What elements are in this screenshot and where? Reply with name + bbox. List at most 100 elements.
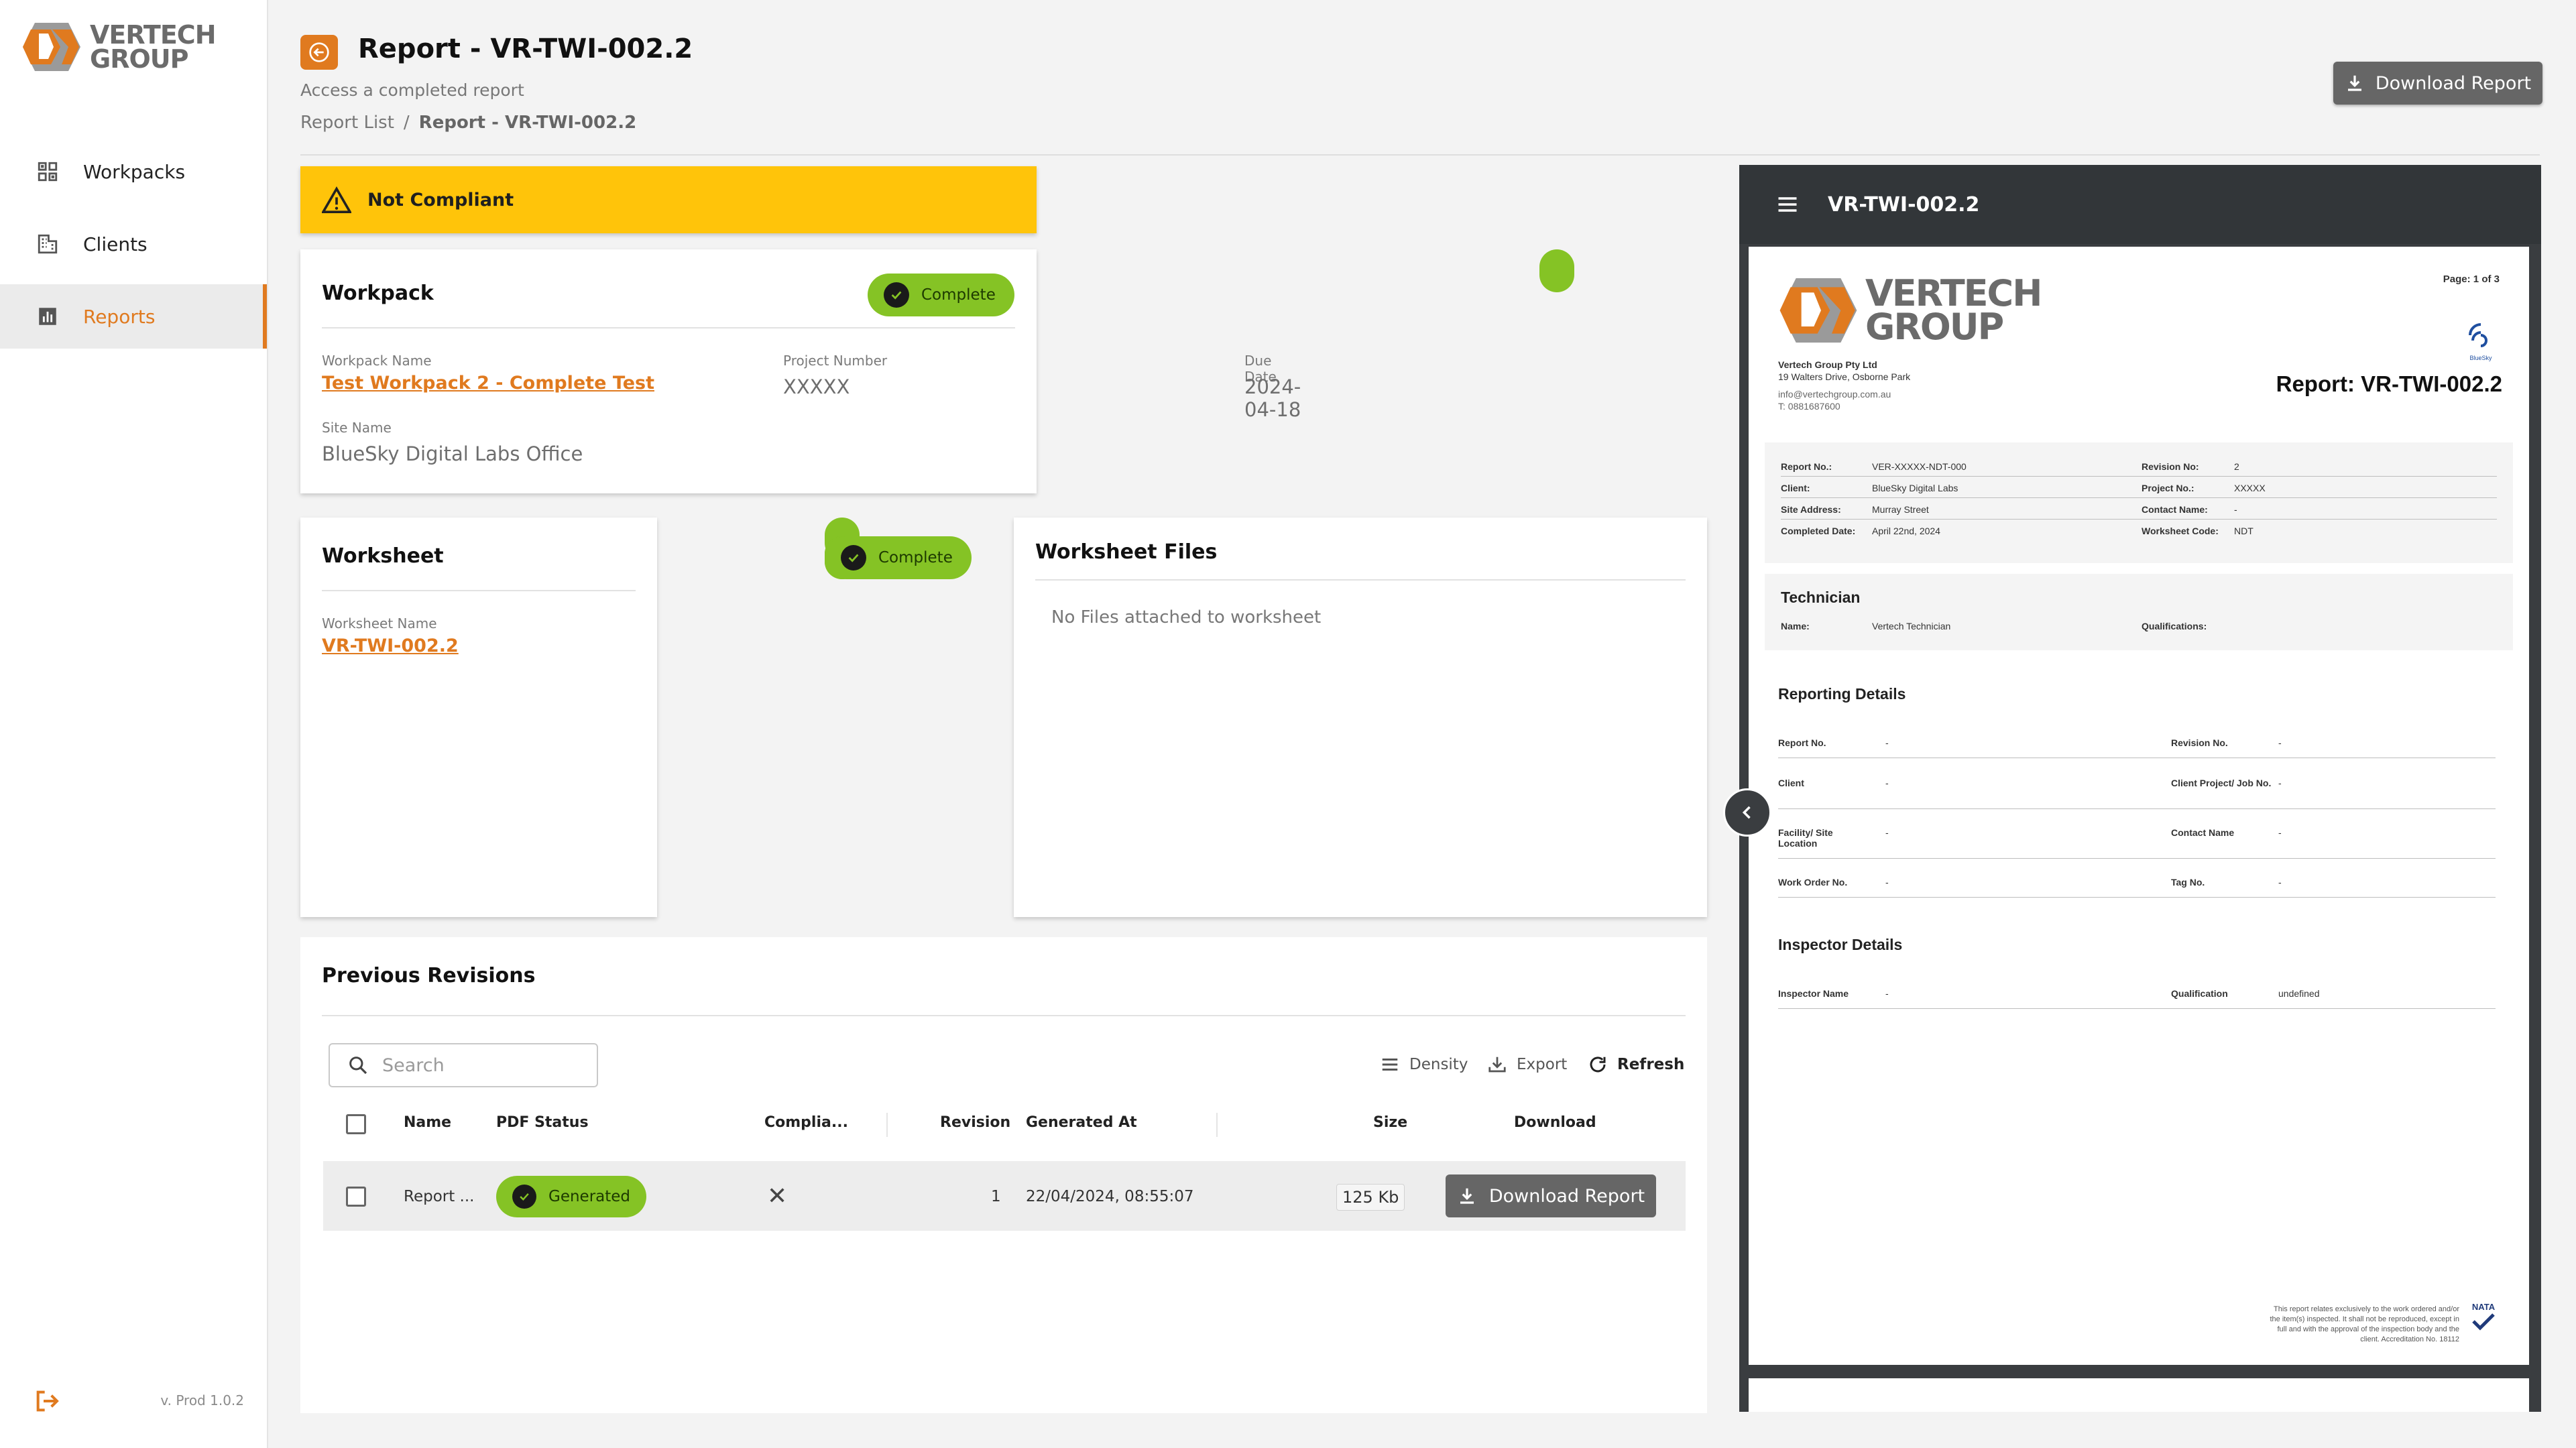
pdf-rd-contact-value: -: [2278, 827, 2282, 838]
app-version: v. Prod 1.0.2: [160, 1392, 244, 1408]
pdf-rd-client-label: Client: [1778, 778, 1804, 788]
vertech-logo[interactable]: VERTECH GROUP: [21, 20, 216, 74]
card-divider: [1035, 579, 1686, 581]
download-report-button[interactable]: Download Report: [2333, 62, 2542, 105]
search-placeholder: Search: [382, 1054, 445, 1076]
pdf-company-address: 19 Walters Drive, Osborne Park: [1778, 371, 1911, 382]
pdf-inspector-qual-value: undefined: [2278, 988, 2320, 999]
due-date-value: 2024-04-18: [1244, 375, 1301, 421]
pdf-rd-report-no-value: -: [1885, 737, 1889, 748]
pdf-logo-line-2: GROUP: [1865, 306, 2004, 348]
pdf-footer-line: the item(s) inspected. It shall not be r…: [2270, 1315, 2460, 1323]
pdf-rd-tag-value: -: [2278, 877, 2282, 888]
workpack-name-link[interactable]: Test Workpack 2 - Complete Test: [322, 373, 654, 394]
column-header-compliant[interactable]: Complia...: [764, 1114, 848, 1131]
pdf-technician-block: Technician Name: Vertech Technician Qual…: [1765, 574, 2513, 650]
compliance-status-text: Not Compliant: [367, 189, 514, 210]
pdf-client-logo: BlueSky: [2465, 319, 2497, 361]
pdf-rd-revision-no-value: -: [2278, 737, 2282, 748]
pdf-revision-label: Revision No:: [2142, 461, 2199, 472]
no-files-message: No Files attached to worksheet: [1051, 607, 1322, 627]
select-all-checkbox[interactable]: [346, 1114, 366, 1134]
sidebar: VERTECH GROUP Workpacks Clients Reports …: [0, 0, 268, 1448]
pdf-viewer-title: VR-TWI-002.2: [1828, 192, 1980, 217]
worksheet-status-text: Complete: [878, 549, 953, 566]
check-circle-icon: [884, 282, 909, 308]
export-icon: [1488, 1057, 1506, 1073]
pdf-worksheet-code-value: NDT: [2234, 526, 2253, 536]
logo-line-1: VERTECH: [90, 20, 216, 50]
row-checkbox[interactable]: [346, 1187, 366, 1207]
workpacks-icon: [36, 160, 59, 183]
column-separator[interactable]: [886, 1113, 888, 1137]
pdf-inspector-name-value: -: [1885, 988, 1889, 999]
workpack-card: Workpack Complete Workpack Name Test Wor…: [300, 249, 1574, 493]
pdf-footer-line: full and with the approval of the inspec…: [2277, 1325, 2459, 1333]
pdf-row-rule: [1778, 808, 2496, 809]
worksheet-files-card: Worksheet Files No Files attached to wor…: [1014, 518, 1707, 917]
refresh-icon: [1590, 1057, 1606, 1073]
workpack-status-text: Complete: [921, 286, 996, 304]
compliance-banner: Not Compliant: [300, 166, 1037, 233]
page-subtitle: Access a completed report: [300, 80, 524, 100]
card-divider: [322, 327, 1015, 328]
pdf-rd-tag-label: Tag No.: [2171, 877, 2205, 888]
row-name: Report ...: [404, 1188, 475, 1205]
refresh-label: Refresh: [1617, 1056, 1685, 1073]
logout-button[interactable]: [34, 1388, 60, 1417]
nata-logo-text: NATA: [2471, 1302, 2496, 1312]
density-button[interactable]: Density: [1380, 1050, 1468, 1079]
back-button[interactable]: [300, 35, 338, 70]
column-header-size[interactable]: Size: [1373, 1114, 1407, 1131]
column-header-generated-at[interactable]: Generated At: [1026, 1114, 1137, 1131]
worksheet-files-title: Worksheet Files: [1035, 540, 1218, 564]
not-compliant-icon: ✕: [767, 1183, 788, 1210]
nata-logo: NATA: [2467, 1302, 2500, 1343]
pdf-rd-contact-label: Contact Name: [2171, 827, 2235, 838]
sidebar-item-reports[interactable]: Reports: [0, 284, 267, 349]
collapse-viewer-button[interactable]: [1723, 788, 1771, 837]
refresh-button[interactable]: Refresh: [1588, 1050, 1684, 1079]
logo-line-2: GROUP: [90, 44, 188, 74]
logout-icon: [36, 1390, 59, 1412]
column-header-download[interactable]: Download: [1514, 1114, 1596, 1131]
workpack-status-badge: Complete: [868, 274, 1014, 316]
column-header-pdf-status[interactable]: PDF Status: [496, 1114, 589, 1131]
search-input[interactable]: Search: [329, 1043, 598, 1087]
pdf-site-value: Murray Street: [1872, 504, 1929, 515]
pdf-row-rule: [1778, 858, 2496, 859]
column-header-revision[interactable]: Revision: [940, 1114, 1010, 1131]
sidebar-item-workpacks[interactable]: Workpacks: [0, 139, 267, 204]
export-button[interactable]: Export: [1487, 1050, 1567, 1079]
worksheet-name-label: Worksheet Name: [322, 615, 437, 631]
sidebar-item-label: Workpacks: [83, 160, 186, 183]
card-divider: [322, 590, 636, 591]
pdf-viewer-toolbar: VR-TWI-002.2: [1739, 165, 2541, 244]
pdf-page-2-preview: [1749, 1378, 2529, 1412]
pdf-contact-label: Contact Name:: [2142, 504, 2208, 515]
download-icon: [1460, 1188, 1474, 1204]
worksheet-name-link[interactable]: VR-TWI-002.2: [322, 636, 459, 656]
check-circle-icon: [512, 1185, 536, 1209]
worksheet-title: Worksheet: [322, 544, 444, 568]
row-download-report-button[interactable]: Download Report: [1446, 1174, 1656, 1217]
menu-icon[interactable]: [1775, 192, 1800, 217]
breadcrumb-report-list[interactable]: Report List: [300, 113, 394, 133]
project-number-value: XXXXX: [783, 375, 850, 398]
card-divider: [322, 1015, 1686, 1016]
site-name-label: Site Name: [322, 420, 392, 436]
column-header-name[interactable]: Name: [404, 1114, 451, 1131]
column-separator[interactable]: [1216, 1113, 1218, 1137]
sidebar-item-clients[interactable]: Clients: [0, 212, 267, 276]
vertech-logo-icon: [23, 23, 80, 71]
pdf-footer-line: client. Accreditation No. 18112: [2360, 1335, 2459, 1343]
pdf-viewer[interactable]: VR-TWI-002.2 Page: 1 of 3 VERTECH GROUP …: [1739, 165, 2541, 1412]
pdf-status-badge: Generated: [496, 1176, 646, 1217]
pdf-rd-work-order-label: Work Order No.: [1778, 877, 1848, 888]
pdf-rd-facility-value: -: [1885, 827, 1889, 838]
pdf-inspector-heading: Inspector Details: [1778, 936, 1903, 953]
pdf-inspector-qual-label: Qualification: [2171, 988, 2228, 999]
pdf-company-email: info@vertechgroup.com.au: [1778, 389, 1891, 400]
bluesky-logo-icon: [2469, 323, 2488, 347]
arrow-left-icon: [309, 42, 329, 62]
